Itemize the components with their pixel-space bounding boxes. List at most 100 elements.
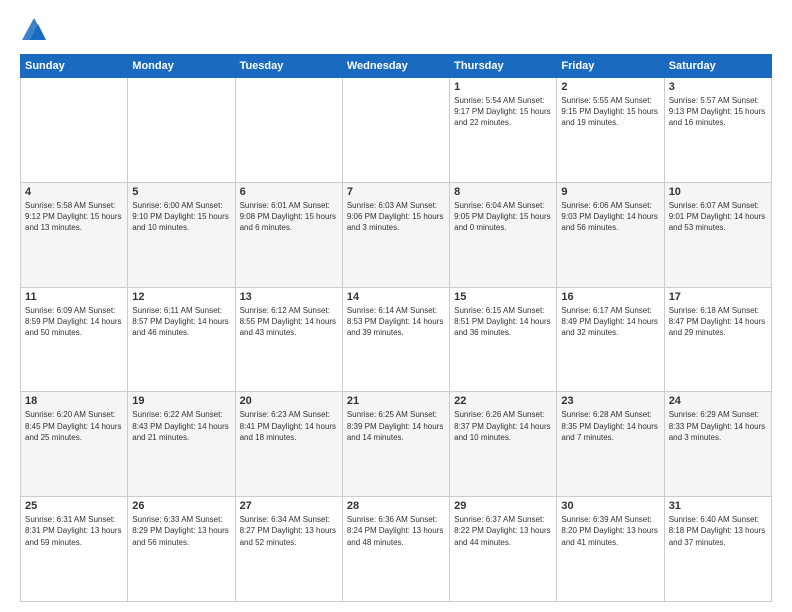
day-info: Sunrise: 6:15 AM Sunset: 8:51 PM Dayligh… [454, 305, 552, 339]
day-cell: 29 Sunrise: 6:37 AM Sunset: 8:22 PM Dayli… [450, 497, 557, 602]
day-info: Sunrise: 6:31 AM Sunset: 8:31 PM Dayligh… [25, 514, 123, 548]
day-number: 30 [561, 500, 659, 512]
calendar: SundayMondayTuesdayWednesdayThursdayFrid… [20, 54, 772, 602]
day-cell: 5 Sunrise: 6:00 AM Sunset: 9:10 PM Daylig… [128, 182, 235, 287]
day-cell: 23 Sunrise: 6:28 AM Sunset: 8:35 PM Dayli… [557, 392, 664, 497]
day-cell: 14 Sunrise: 6:14 AM Sunset: 8:53 PM Dayli… [342, 287, 449, 392]
day-info: Sunrise: 6:22 AM Sunset: 8:43 PM Dayligh… [132, 409, 230, 443]
day-info: Sunrise: 6:07 AM Sunset: 9:01 PM Dayligh… [669, 200, 767, 234]
day-cell: 12Sunrise: 6:11 AM Sunset: 8:57 PM Dayli… [128, 287, 235, 392]
day-info: Sunrise: 6:03 AM Sunset: 9:06 PM Dayligh… [347, 200, 445, 234]
week-row-2: 11 Sunrise: 6:09 AM Sunset: 8:59 PM Dayli… [21, 287, 772, 392]
day-number: 3 [669, 81, 767, 93]
day-number: 24 [669, 395, 767, 407]
day-number: 17 [669, 291, 767, 303]
day-number: 14 [347, 291, 445, 303]
day-cell: 3 Sunrise: 5:57 AM Sunset: 9:13 PM Daylig… [664, 78, 771, 183]
header [20, 16, 772, 44]
day-number: 19 [132, 395, 230, 407]
day-number: 15 [454, 291, 552, 303]
day-cell: 6 Sunrise: 6:01 AM Sunset: 9:08 PM Daylig… [235, 182, 342, 287]
day-info: Sunrise: 5:54 AM Sunset: 9:17 PM Dayligh… [454, 95, 552, 129]
day-number: 31 [669, 500, 767, 512]
day-number: 7 [347, 186, 445, 198]
day-cell: 27 Sunrise: 6:34 AM Sunset: 8:27 PM Dayli… [235, 497, 342, 602]
day-cell: 11 Sunrise: 6:09 AM Sunset: 8:59 PM Dayli… [21, 287, 128, 392]
day-number: 20 [240, 395, 338, 407]
day-info: Sunrise: 6:11 AM Sunset: 8:57 PM Dayligh… [132, 305, 230, 339]
day-number: 27 [240, 500, 338, 512]
day-cell: 1 Sunrise: 5:54 AM Sunset: 9:17 PM Daylig… [450, 78, 557, 183]
day-number: 10 [669, 186, 767, 198]
day-info: Sunrise: 6:00 AM Sunset: 9:10 PM Dayligh… [132, 200, 230, 234]
day-info: Sunrise: 6:25 AM Sunset: 8:39 PM Dayligh… [347, 409, 445, 443]
day-cell: 24 Sunrise: 6:29 AM Sunset: 8:33 PM Dayli… [664, 392, 771, 497]
header-row: SundayMondayTuesdayWednesdayThursdayFrid… [21, 55, 772, 78]
page: SundayMondayTuesdayWednesdayThursdayFrid… [0, 0, 792, 612]
column-header-saturday: Saturday [664, 55, 771, 78]
day-info: Sunrise: 6:40 AM Sunset: 8:18 PM Dayligh… [669, 514, 767, 548]
day-info: Sunrise: 6:01 AM Sunset: 9:08 PM Dayligh… [240, 200, 338, 234]
day-number: 13 [240, 291, 338, 303]
day-number: 22 [454, 395, 552, 407]
day-info: Sunrise: 6:14 AM Sunset: 8:53 PM Dayligh… [347, 305, 445, 339]
logo-icon [20, 16, 48, 44]
day-info: Sunrise: 6:12 AM Sunset: 8:55 PM Dayligh… [240, 305, 338, 339]
day-cell: 10 Sunrise: 6:07 AM Sunset: 9:01 PM Dayli… [664, 182, 771, 287]
day-cell: 2 Sunrise: 5:55 AM Sunset: 9:15 PM Daylig… [557, 78, 664, 183]
day-cell [342, 78, 449, 183]
day-number: 2 [561, 81, 659, 93]
day-cell: 9Sunrise: 6:06 AM Sunset: 9:03 PM Daylig… [557, 182, 664, 287]
day-cell: 15 Sunrise: 6:15 AM Sunset: 8:51 PM Dayli… [450, 287, 557, 392]
day-number: 18 [25, 395, 123, 407]
day-info: Sunrise: 6:26 AM Sunset: 8:37 PM Dayligh… [454, 409, 552, 443]
day-info: Sunrise: 6:34 AM Sunset: 8:27 PM Dayligh… [240, 514, 338, 548]
day-info: Sunrise: 6:09 AM Sunset: 8:59 PM Dayligh… [25, 305, 123, 339]
column-header-monday: Monday [128, 55, 235, 78]
day-info: Sunrise: 6:28 AM Sunset: 8:35 PM Dayligh… [561, 409, 659, 443]
day-cell: 30 Sunrise: 6:39 AM Sunset: 8:20 PM Dayli… [557, 497, 664, 602]
day-cell: 19 Sunrise: 6:22 AM Sunset: 8:43 PM Dayli… [128, 392, 235, 497]
day-number: 23 [561, 395, 659, 407]
day-number: 29 [454, 500, 552, 512]
day-cell: 25Sunrise: 6:31 AM Sunset: 8:31 PM Dayli… [21, 497, 128, 602]
day-number: 16 [561, 291, 659, 303]
day-number: 5 [132, 186, 230, 198]
day-number: 11 [25, 291, 123, 303]
day-info: Sunrise: 5:55 AM Sunset: 9:15 PM Dayligh… [561, 95, 659, 129]
day-info: Sunrise: 6:17 AM Sunset: 8:49 PM Dayligh… [561, 305, 659, 339]
day-cell: 21Sunrise: 6:25 AM Sunset: 8:39 PM Dayli… [342, 392, 449, 497]
week-row-4: 25Sunrise: 6:31 AM Sunset: 8:31 PM Dayli… [21, 497, 772, 602]
column-header-wednesday: Wednesday [342, 55, 449, 78]
day-cell [235, 78, 342, 183]
day-cell: 18 Sunrise: 6:20 AM Sunset: 8:45 PM Dayli… [21, 392, 128, 497]
column-header-sunday: Sunday [21, 55, 128, 78]
column-header-thursday: Thursday [450, 55, 557, 78]
day-info: Sunrise: 6:29 AM Sunset: 8:33 PM Dayligh… [669, 409, 767, 443]
week-row-3: 18 Sunrise: 6:20 AM Sunset: 8:45 PM Dayli… [21, 392, 772, 497]
day-cell: 20Sunrise: 6:23 AM Sunset: 8:41 PM Dayli… [235, 392, 342, 497]
day-info: Sunrise: 6:39 AM Sunset: 8:20 PM Dayligh… [561, 514, 659, 548]
day-info: Sunrise: 6:04 AM Sunset: 9:05 PM Dayligh… [454, 200, 552, 234]
day-cell: 7 Sunrise: 6:03 AM Sunset: 9:06 PM Daylig… [342, 182, 449, 287]
column-header-friday: Friday [557, 55, 664, 78]
day-number: 1 [454, 81, 552, 93]
day-info: Sunrise: 5:58 AM Sunset: 9:12 PM Dayligh… [25, 200, 123, 234]
day-number: 9 [561, 186, 659, 198]
day-cell [21, 78, 128, 183]
day-info: Sunrise: 6:20 AM Sunset: 8:45 PM Dayligh… [25, 409, 123, 443]
day-cell: 26Sunrise: 6:33 AM Sunset: 8:29 PM Dayli… [128, 497, 235, 602]
day-number: 28 [347, 500, 445, 512]
day-info: Sunrise: 6:36 AM Sunset: 8:24 PM Dayligh… [347, 514, 445, 548]
day-info: Sunrise: 6:37 AM Sunset: 8:22 PM Dayligh… [454, 514, 552, 548]
day-cell: 28 Sunrise: 6:36 AM Sunset: 8:24 PM Dayli… [342, 497, 449, 602]
day-cell: 31 Sunrise: 6:40 AM Sunset: 8:18 PM Dayli… [664, 497, 771, 602]
day-number: 6 [240, 186, 338, 198]
day-cell [128, 78, 235, 183]
day-number: 4 [25, 186, 123, 198]
day-cell: 16 Sunrise: 6:17 AM Sunset: 8:49 PM Dayli… [557, 287, 664, 392]
week-row-0: 1 Sunrise: 5:54 AM Sunset: 9:17 PM Daylig… [21, 78, 772, 183]
day-info: Sunrise: 5:57 AM Sunset: 9:13 PM Dayligh… [669, 95, 767, 129]
day-cell: 22 Sunrise: 6:26 AM Sunset: 8:37 PM Dayli… [450, 392, 557, 497]
calendar-header: SundayMondayTuesdayWednesdayThursdayFrid… [21, 55, 772, 78]
